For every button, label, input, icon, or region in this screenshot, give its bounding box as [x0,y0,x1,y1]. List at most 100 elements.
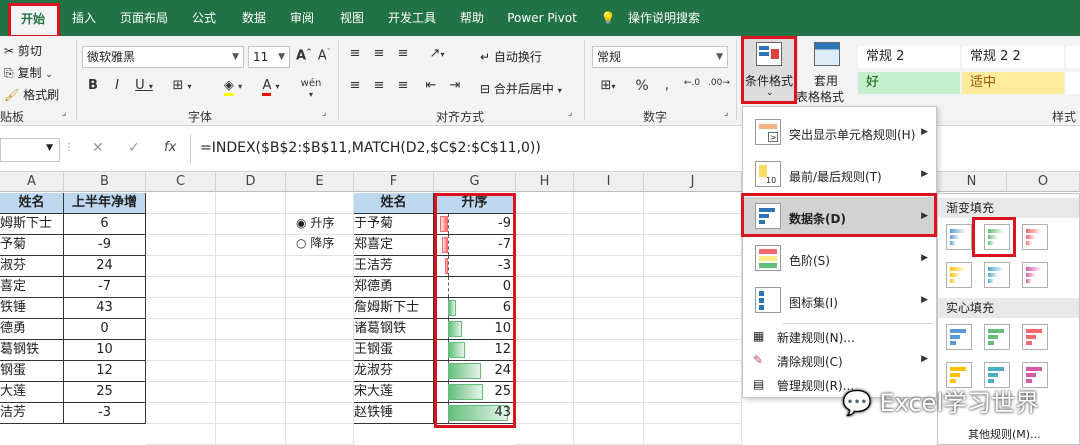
grid-cell[interactable] [216,361,286,382]
grid-cell[interactable] [286,424,354,445]
grid-cell[interactable] [516,277,574,298]
border-icon[interactable]: ⊞ ▾ [168,78,196,93]
databar-cell[interactable]: 6 [434,298,516,319]
radio-ascending[interactable]: ◉ 升序 [296,214,334,231]
tab-review[interactable]: 审阅 [282,0,322,36]
cancel-icon[interactable]: ✕ [92,140,104,156]
grid-cell[interactable] [286,277,354,298]
grid-cell[interactable] [644,277,742,298]
grid-cell[interactable] [644,298,742,319]
column-header-g[interactable]: G [434,172,516,192]
header-cell[interactable]: 上半年净增 [64,193,146,214]
format-painter-button[interactable]: 🖌 格式刷 [4,86,59,103]
grid-cell[interactable] [286,298,354,319]
font-color-icon[interactable]: A ▾ [256,78,286,96]
align-left-icon[interactable]: ≡ [346,78,364,93]
grid-cell[interactable] [574,298,644,319]
grid-cell[interactable] [574,361,644,382]
grid-cell[interactable] [516,424,574,445]
gradient-bar-icon[interactable] [984,262,1010,288]
align-top-icon[interactable]: ≡ [346,46,364,61]
grid-cell[interactable] [574,382,644,403]
column-header-c[interactable]: C [146,172,216,192]
grid-cell[interactable] [574,403,644,424]
grid-cell[interactable] [516,235,574,256]
grid-cell[interactable] [146,382,216,403]
menu-item-top-bottom-rules[interactable]: 10 最前/最后规则(T) ▶ [743,155,936,195]
menu-item-color-scales[interactable]: 色阶(S) ▶ [743,239,936,279]
grid-cell[interactable] [146,277,216,298]
column-header-a[interactable]: A [0,172,64,192]
dialog-launcher-icon[interactable]: ⌟ [322,108,326,118]
grid-cell[interactable] [644,235,742,256]
grid-cell[interactable] [644,403,742,424]
grid-cell[interactable] [644,214,742,235]
grid-cell[interactable] [644,424,742,445]
databar-cell[interactable]: 25 [434,382,516,403]
value-cell[interactable]: -3 [64,403,146,424]
name-cell[interactable]: 王洁芳 [354,256,434,277]
name-cell[interactable]: 洁芳 [0,403,64,424]
grid-cell[interactable] [216,424,286,445]
value-cell[interactable]: -7 [64,277,146,298]
grid-cell[interactable] [146,193,216,214]
number-format-select[interactable]: 常规 ▼ [592,46,728,68]
value-cell[interactable]: -9 [64,235,146,256]
grid-cell[interactable] [574,277,644,298]
name-cell[interactable]: 诸葛钢铁 [354,319,434,340]
format-as-table-button[interactable]: 套用 表格格式 [796,36,856,104]
font-size-select[interactable]: 11 ▼ [248,46,290,68]
grid-cell[interactable] [146,298,216,319]
grid-cell[interactable] [146,214,216,235]
grid-cell[interactable] [516,361,574,382]
fx-icon[interactable]: fx [164,140,176,155]
grid-cell[interactable] [574,214,644,235]
percent-icon[interactable]: % [634,78,650,94]
grid-cell[interactable] [644,340,742,361]
name-cell[interactable]: 詹姆斯下士 [354,298,434,319]
phonetic-icon[interactable]: wén ▾ [298,78,324,100]
grid-cell[interactable] [216,214,286,235]
increase-decimal-icon[interactable]: ←.0 [682,78,702,88]
name-cell[interactable]: 姆斯下士 [0,214,64,235]
name-cell[interactable]: 钢蛋 [0,361,64,382]
name-cell[interactable]: 铁锤 [0,298,64,319]
menu-item-highlight-rules[interactable]: > 突出显示单元格规则(H) ▶ [743,113,936,153]
cut-button[interactable]: ✂ 剪切 [4,42,42,59]
solid-bar-icon[interactable] [1022,324,1048,350]
menu-item-icon-sets[interactable]: 图标集(I) ▶ [743,281,936,321]
databar-cell[interactable]: 12 [434,340,516,361]
databar-cell[interactable]: -9 [434,214,516,235]
tab-view[interactable]: 视图 [332,0,372,36]
databar-cell[interactable]: 24 [434,361,516,382]
font-name-select[interactable]: 微软雅黑 ▼ [82,46,244,68]
grid-cell[interactable] [286,382,354,403]
databar-cell[interactable]: 0 [434,277,516,298]
grid-cell[interactable] [216,193,286,214]
name-cell[interactable]: 予菊 [0,235,64,256]
grid-cell[interactable] [216,235,286,256]
grid-cell[interactable] [146,361,216,382]
header-cell[interactable]: 升序 [434,193,516,214]
name-cell[interactable]: 郑喜定 [354,235,434,256]
dialog-launcher-icon[interactable]: ⌟ [568,108,572,118]
grid-cell[interactable] [216,382,286,403]
style-hyperlink[interactable] [1066,46,1080,68]
name-cell[interactable]: 郑德勇 [354,277,434,298]
copy-button[interactable]: ⎘ 复制 ⌄ [4,64,53,81]
underline-icon[interactable]: U ▾ [134,78,154,93]
column-header-h[interactable]: H [516,172,574,192]
name-cell[interactable]: 喜定 [0,277,64,298]
name-cell[interactable]: 赵铁锤 [354,403,434,424]
grid-cell[interactable] [216,403,286,424]
grid-cell[interactable] [516,298,574,319]
header-cell[interactable]: 姓名 [354,193,434,214]
grid-cell[interactable] [146,319,216,340]
decrease-font-icon[interactable]: Aˇ [316,48,332,63]
value-cell[interactable]: 24 [64,256,146,277]
grid-cell[interactable] [516,193,574,214]
grid-cell[interactable] [216,319,286,340]
decrease-decimal-icon[interactable]: .00→ [708,78,730,88]
name-cell[interactable]: 王钢蛋 [354,340,434,361]
wrap-text-button[interactable]: ↵ 自动换行 [480,48,542,65]
